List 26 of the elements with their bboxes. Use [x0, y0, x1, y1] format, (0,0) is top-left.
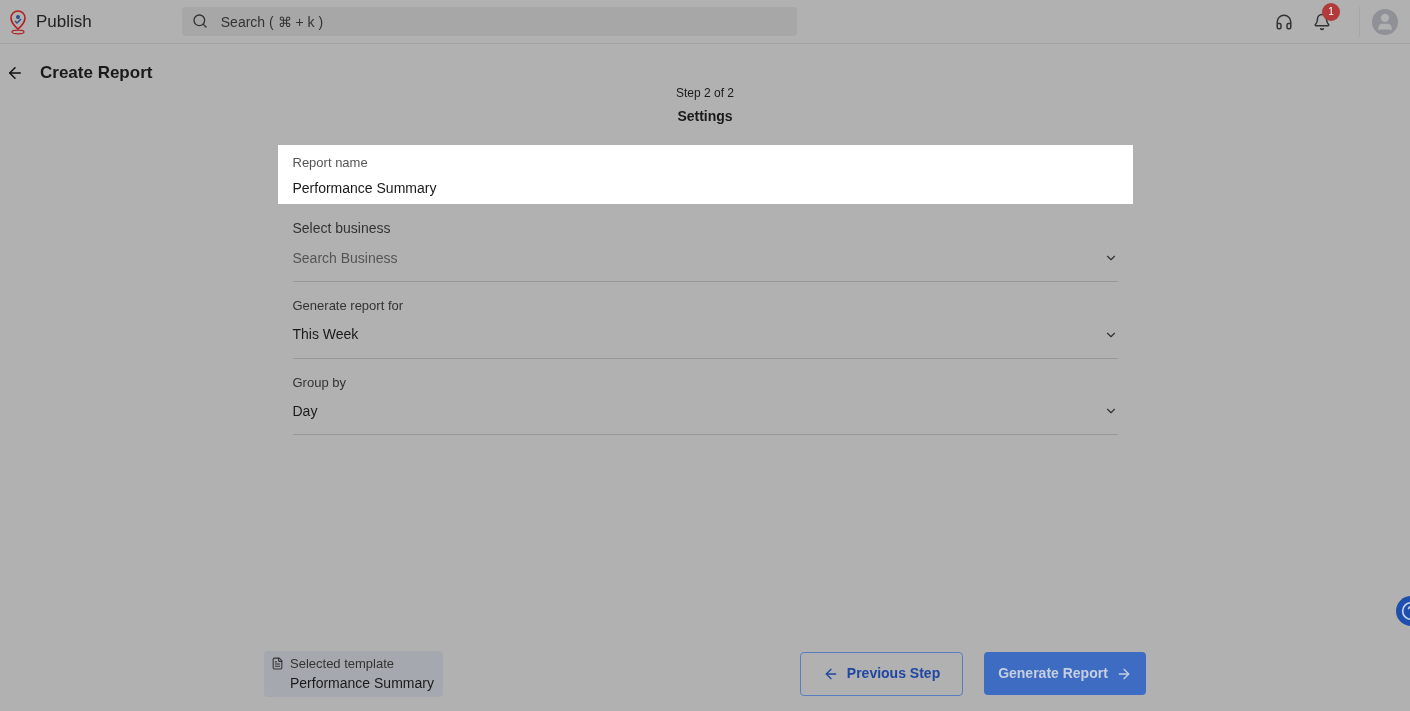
- map-pin-logo-icon: [8, 8, 28, 35]
- page-title: Create Report: [40, 62, 153, 84]
- field-label: Report name: [292, 153, 369, 172]
- field-value: Day: [292, 401, 319, 421]
- select-field[interactable]: Select business Search Business: [277, 204, 1133, 282]
- notification-badge: 1: [1322, 2, 1340, 21]
- bell-icon[interactable]: [1313, 12, 1331, 31]
- field-label: Select business: [292, 219, 392, 238]
- app-name: Publish: [36, 10, 92, 33]
- template-name: Performance Summary: [290, 674, 435, 693]
- previous-step-button[interactable]: Previous Step: [800, 651, 963, 696]
- search-icon: [191, 13, 208, 29]
- headset-icon[interactable]: [1275, 12, 1293, 31]
- text-field[interactable]: Report name Performance Summary: [277, 144, 1133, 204]
- select-field[interactable]: Group by Day: [277, 358, 1133, 435]
- field-value: This Week: [292, 325, 360, 344]
- select-field[interactable]: Generate report for This Week: [277, 282, 1133, 359]
- step-indicator: Step 2 of 2: [675, 84, 734, 102]
- search-field[interactable]: Search ( ⌘ + k ): [181, 7, 797, 36]
- step-title: Settings: [677, 106, 733, 126]
- field-label: Generate report for: [292, 297, 405, 315]
- template-label: Selected template: [290, 654, 395, 673]
- field-label: Group by: [292, 373, 347, 392]
- field-placeholder: Search Business: [292, 248, 399, 268]
- field-value: Performance Summary: [292, 178, 438, 198]
- document-icon: [271, 656, 284, 670]
